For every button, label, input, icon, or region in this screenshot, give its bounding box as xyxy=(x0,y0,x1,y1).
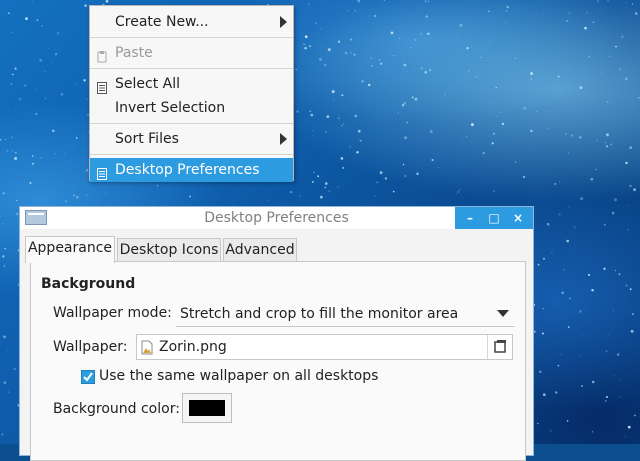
same-wallpaper-checkbox[interactable] xyxy=(81,370,95,384)
same-wallpaper-label[interactable]: Use the same wallpaper on all desktops xyxy=(99,368,378,384)
maximize-button[interactable]: □ xyxy=(482,207,506,229)
menu-item-select-all[interactable]: Select All xyxy=(90,72,293,96)
menu-separator xyxy=(90,154,293,155)
appearance-panel: Background Wallpaper mode: Stretch and c… xyxy=(30,261,526,461)
tab-appearance[interactable]: Appearance xyxy=(25,236,115,263)
menu-item-label: Sort Files xyxy=(115,131,179,147)
wallpaper-mode-value: Stretch and crop to fill the monitor are… xyxy=(180,306,459,322)
menu-item-label: Invert Selection xyxy=(115,100,226,116)
wallpaper-label: Wallpaper: xyxy=(53,339,128,355)
wallpaper-mode-label: Wallpaper mode: xyxy=(53,305,172,321)
tab-desktop-icons[interactable]: Desktop Icons xyxy=(117,238,221,262)
menu-item-create-new[interactable]: Create New... xyxy=(90,10,293,34)
preferences-icon xyxy=(96,164,108,180)
image-file-icon xyxy=(141,340,153,355)
minimize-button[interactable]: – xyxy=(458,207,482,229)
checkmark-icon xyxy=(83,372,93,382)
select-all-icon xyxy=(96,78,108,94)
dialog-titlebar[interactable]: Desktop Preferences – □ × xyxy=(20,207,533,229)
tab-advanced[interactable]: Advanced xyxy=(223,238,297,262)
menu-item-label: Desktop Preferences xyxy=(115,162,260,178)
background-color-label: Background color: xyxy=(53,401,180,417)
wallpaper-filename: Zorin.png xyxy=(159,339,227,355)
window-controls: – □ × xyxy=(455,207,533,229)
background-color-button[interactable] xyxy=(182,393,232,423)
desktop-context-menu: Create New... Paste Select All Invert Se… xyxy=(89,5,294,182)
color-swatch xyxy=(189,400,225,416)
menu-item-sort-files[interactable]: Sort Files xyxy=(90,127,293,151)
menu-separator xyxy=(90,68,293,69)
wallpaper-file-chooser[interactable]: Zorin.png xyxy=(136,334,513,360)
menu-item-invert-selection[interactable]: Invert Selection xyxy=(90,96,293,120)
folder-icon xyxy=(494,340,506,353)
close-button[interactable]: × xyxy=(506,207,530,229)
browse-button[interactable] xyxy=(487,335,512,359)
wallpaper-mode-select[interactable]: Stretch and crop to fill the monitor are… xyxy=(176,301,515,327)
submenu-arrow-icon xyxy=(280,16,287,28)
menu-item-label: Paste xyxy=(115,45,153,61)
menu-separator xyxy=(90,37,293,38)
section-title-background: Background xyxy=(41,276,136,292)
desktop-preferences-dialog: Desktop Preferences – □ × Appearance Des… xyxy=(19,206,534,461)
menu-item-label: Create New... xyxy=(115,14,209,30)
menu-item-desktop-preferences[interactable]: Desktop Preferences xyxy=(90,158,293,182)
menu-item-label: Select All xyxy=(115,76,180,92)
menu-separator xyxy=(90,123,293,124)
menu-item-paste[interactable]: Paste xyxy=(90,41,293,65)
submenu-arrow-icon xyxy=(280,133,287,145)
paste-icon xyxy=(96,47,108,63)
chevron-down-icon xyxy=(497,310,509,317)
